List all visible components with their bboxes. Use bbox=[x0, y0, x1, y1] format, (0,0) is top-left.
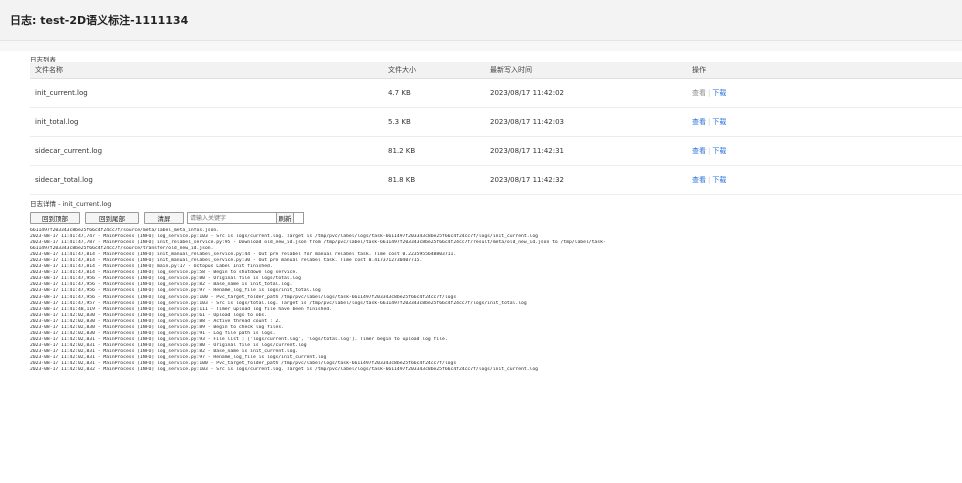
clear-screen-button[interactable]: 清屏 bbox=[144, 212, 184, 224]
row-actions: 查看 | 下载 bbox=[692, 137, 726, 165]
view-link[interactable]: 查看 bbox=[692, 89, 706, 97]
column-header-time: 最新写入时间 bbox=[490, 66, 532, 74]
action-separator: | bbox=[708, 147, 711, 155]
write-time: 2023/08/17 11:42:32 bbox=[490, 176, 565, 184]
write-time: 2023/08/17 11:42:31 bbox=[490, 147, 565, 155]
action-separator: | bbox=[708, 176, 711, 184]
refresh-button[interactable]: 刷新 bbox=[276, 212, 294, 224]
header-divider bbox=[0, 41, 962, 51]
column-header-actions: 操作 bbox=[692, 66, 706, 74]
page-header: 日志: test-2D语义标注-1111134 bbox=[0, 0, 962, 41]
file-size: 81.8 KB bbox=[388, 176, 416, 184]
file-name: sidecar_current.log bbox=[35, 147, 103, 155]
action-separator: | bbox=[708, 118, 711, 126]
write-time: 2023/08/17 11:42:02 bbox=[490, 89, 565, 97]
table-row: sidecar_current.log 81.2 KB 2023/08/17 1… bbox=[30, 137, 962, 166]
file-name: init_current.log bbox=[35, 89, 88, 97]
view-link[interactable]: 查看 bbox=[692, 147, 706, 155]
row-actions: 查看 | 下载 bbox=[692, 166, 726, 194]
table-header: 文件名称 文件大小 最新写入时间 操作 bbox=[30, 62, 962, 79]
table-row: init_total.log 5.3 KB 2023/08/17 11:42:0… bbox=[30, 108, 962, 137]
log-file-table: 文件名称 文件大小 最新写入时间 操作 init_current.log 4.7… bbox=[30, 62, 962, 195]
download-link[interactable]: 下载 bbox=[712, 118, 726, 126]
write-time: 2023/08/17 11:42:03 bbox=[490, 118, 565, 126]
file-name: init_total.log bbox=[35, 118, 79, 126]
file-size: 4.7 KB bbox=[388, 89, 411, 97]
action-separator: | bbox=[708, 89, 711, 97]
scroll-bottom-button[interactable]: 回到尾部 bbox=[85, 212, 139, 224]
log-detail-label: 日志详情 - init_current.log bbox=[30, 200, 112, 208]
table-row: sidecar_total.log 81.8 KB 2023/08/17 11:… bbox=[30, 166, 962, 195]
row-actions: 查看 | 下载 bbox=[692, 108, 726, 136]
download-link[interactable]: 下载 bbox=[712, 89, 726, 97]
log-content: 6611497f203343c8be25f66c4f24cc7f/source/… bbox=[30, 228, 955, 373]
scroll-top-button[interactable]: 回到顶部 bbox=[30, 212, 80, 224]
view-link[interactable]: 查看 bbox=[692, 118, 706, 126]
view-link[interactable]: 查看 bbox=[692, 176, 706, 184]
table-row: init_current.log 4.7 KB 2023/08/17 11:42… bbox=[30, 79, 962, 108]
file-size: 5.3 KB bbox=[388, 118, 411, 126]
column-header-name: 文件名称 bbox=[35, 66, 63, 74]
file-name: sidecar_total.log bbox=[35, 176, 93, 184]
page-title: 日志: test-2D语义标注-1111134 bbox=[10, 14, 189, 27]
row-actions: 查看 | 下载 bbox=[692, 79, 726, 107]
file-size: 81.2 KB bbox=[388, 147, 416, 155]
download-link[interactable]: 下载 bbox=[712, 147, 726, 155]
log-line: 2023-08-17 11:42:02,832 - MainProcess [I… bbox=[30, 367, 538, 373]
download-link[interactable]: 下载 bbox=[712, 176, 726, 184]
column-header-size: 文件大小 bbox=[388, 66, 416, 74]
